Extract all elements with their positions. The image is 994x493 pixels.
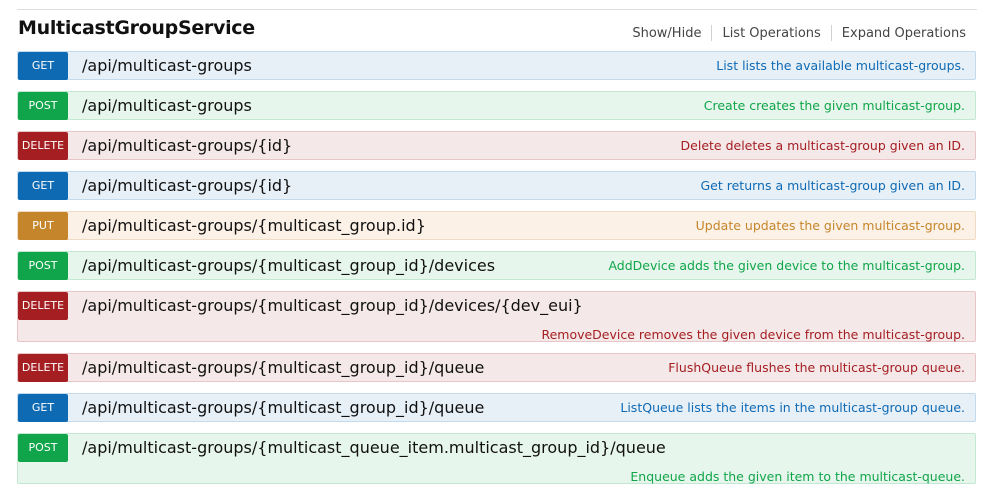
http-method-badge: GET bbox=[18, 172, 68, 200]
operation-create-multicast-group[interactable]: POST /api/multicast-groups Create create… bbox=[17, 91, 976, 120]
operation-add-device[interactable]: POST /api/multicast-groups/{multicast_gr… bbox=[17, 251, 976, 280]
endpoint-path[interactable]: /api/multicast-groups/{id} bbox=[82, 132, 292, 160]
endpoint-path[interactable]: /api/multicast-groups/{multicast_group_i… bbox=[82, 292, 583, 320]
operation-list-multicast-groups[interactable]: GET /api/multicast-groups List lists the… bbox=[17, 51, 976, 80]
http-method-badge: POST bbox=[18, 434, 68, 462]
endpoint-description[interactable]: RemoveDevice removes the given device fr… bbox=[541, 321, 965, 349]
http-method-badge: PUT bbox=[18, 212, 68, 240]
endpoint-description[interactable]: List lists the available multicast-group… bbox=[716, 52, 965, 80]
http-method-badge: POST bbox=[18, 92, 68, 120]
top-divider bbox=[17, 9, 977, 10]
endpoint-description[interactable]: Delete deletes a multicast-group given a… bbox=[681, 132, 965, 160]
operation-flush-queue[interactable]: DELETE /api/multicast-groups/{multicast_… bbox=[17, 353, 976, 382]
endpoint-description[interactable]: ListQueue lists the items in the multica… bbox=[620, 394, 965, 422]
operation-enqueue[interactable]: POST /api/multicast-groups/{multicast_qu… bbox=[17, 433, 976, 484]
endpoint-path[interactable]: /api/multicast-groups/{id} bbox=[82, 172, 292, 200]
endpoint-description[interactable]: Get returns a multicast-group given an I… bbox=[700, 172, 965, 200]
endpoint-description[interactable]: FlushQueue flushes the multicast-group q… bbox=[668, 354, 965, 382]
service-actions: Show/Hide List Operations Expand Operati… bbox=[622, 25, 966, 41]
operation-remove-device[interactable]: DELETE /api/multicast-groups/{multicast_… bbox=[17, 291, 976, 342]
endpoint-path[interactable]: /api/multicast-groups/{multicast_queue_i… bbox=[82, 434, 666, 462]
http-method-badge: GET bbox=[18, 394, 68, 422]
endpoint-path[interactable]: /api/multicast-groups/{multicast_group_i… bbox=[82, 354, 484, 382]
http-method-badge: GET bbox=[18, 52, 68, 80]
endpoint-description[interactable]: AddDevice adds the given device to the m… bbox=[608, 252, 965, 280]
endpoint-path[interactable]: /api/multicast-groups/{multicast_group_i… bbox=[82, 394, 484, 422]
http-method-badge: DELETE bbox=[18, 354, 68, 382]
operation-get-multicast-group[interactable]: GET /api/multicast-groups/{id} Get retur… bbox=[17, 171, 976, 200]
http-method-badge: DELETE bbox=[18, 132, 68, 160]
endpoint-path[interactable]: /api/multicast-groups/{multicast_group_i… bbox=[82, 252, 495, 280]
endpoint-path[interactable]: /api/multicast-groups bbox=[82, 52, 252, 80]
operation-list-queue[interactable]: GET /api/multicast-groups/{multicast_gro… bbox=[17, 393, 976, 422]
endpoint-path[interactable]: /api/multicast-groups bbox=[82, 92, 252, 120]
expand-operations-link[interactable]: Expand Operations bbox=[832, 26, 966, 41]
operation-update-multicast-group[interactable]: PUT /api/multicast-groups/{multicast_gro… bbox=[17, 211, 976, 240]
endpoint-description[interactable]: Create creates the given multicast-group… bbox=[704, 92, 965, 120]
http-method-badge: POST bbox=[18, 252, 68, 280]
operation-delete-multicast-group[interactable]: DELETE /api/multicast-groups/{id} Delete… bbox=[17, 131, 976, 160]
http-method-badge: DELETE bbox=[18, 292, 68, 320]
endpoint-description[interactable]: Enqueue adds the given item to the multi… bbox=[630, 463, 965, 491]
endpoint-description[interactable]: Update updates the given multicast-group… bbox=[696, 212, 965, 240]
show-hide-link[interactable]: Show/Hide bbox=[622, 26, 711, 41]
service-title[interactable]: MulticastGroupService bbox=[18, 17, 255, 39]
list-operations-link[interactable]: List Operations bbox=[712, 26, 830, 41]
endpoint-path[interactable]: /api/multicast-groups/{multicast_group.i… bbox=[82, 212, 426, 240]
